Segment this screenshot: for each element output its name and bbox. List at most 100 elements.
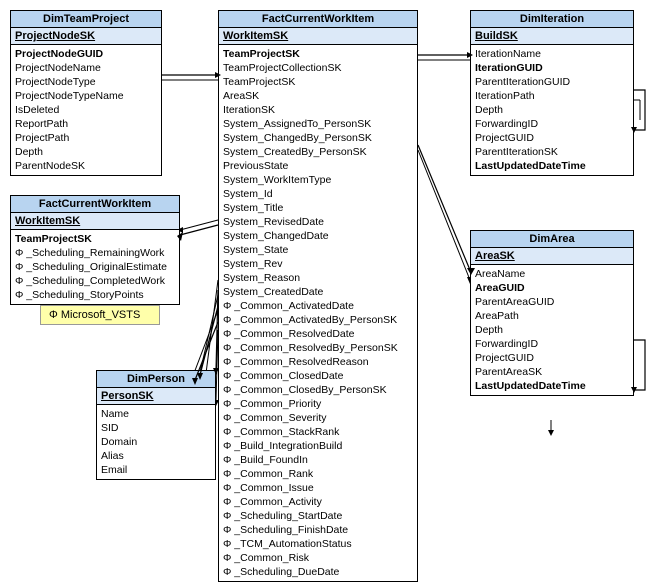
field-original-estimate: Φ _Scheduling_OriginalEstimate [15,260,175,274]
field-report-path: ReportPath [15,117,157,131]
field-created-by: System_CreatedBy_PersonSK [223,145,413,159]
fact-cwi-header: FactCurrentWorkItem [219,11,417,28]
fact-cwi-pk: WorkItemSK [219,28,417,45]
dim-person-pk: PersonSK [97,388,215,405]
field-common-closed-date: Φ _Common_ClosedDate [223,369,413,383]
field-area-sk: AreaSK [223,89,413,103]
field-common-activated-date: Φ _Common_ActivatedDate [223,299,413,313]
fact-cwi-pk-label: WorkItemSK [223,30,288,42]
field-last-updated-area: LastUpdatedDateTime [475,379,629,393]
field-revised-date: System_RevisedDate [223,215,413,229]
fact-cwi-bottom-pk-label: WorkItemSK [15,215,80,227]
field-team-project-collection-sk: TeamProjectCollectionSK [223,61,413,75]
dim-iteration-pk-label: BuildSK [475,30,518,42]
field-scheduling-finishdate: Φ _Scheduling_FinishDate [223,523,413,537]
field-depth-iter: Depth [475,103,629,117]
field-project-path: ProjectPath [15,131,157,145]
field-is-deleted: IsDeleted [15,103,157,117]
field-common-risk: Φ _Common_Risk [223,551,413,565]
field-common-activity: Φ _Common_Activity [223,495,413,509]
microsoft-vsts-note: Φ Microsoft_VSTS [40,305,160,325]
dim-area-pk-label: AreaSK [475,250,515,262]
field-common-rank: Φ _Common_Rank [223,467,413,481]
field-iteration-path: IterationPath [475,89,629,103]
field-parent-iteration-guid: ParentIterationGUID [475,75,629,89]
field-iteration-name: IterationName [475,47,629,61]
field-changed-by: System_ChangedBy_PersonSK [223,131,413,145]
field-domain: Domain [101,435,211,449]
field-story-points: Φ _Scheduling_StoryPoints [15,288,175,302]
field-assigned-to: System_AssignedTo_PersonSK [223,117,413,131]
field-area-name: AreaName [475,267,629,281]
field-depth-area: Depth [475,323,629,337]
fact-cwi-bottom-pk: WorkItemSK [11,213,179,230]
dim-area-header: DimArea [471,231,633,248]
field-created-date: System_CreatedDate [223,285,413,299]
dim-iteration-pk: BuildSK [471,28,633,45]
dim-team-project-entity: DimTeamProject ProjectNodeSK ProjectNode… [10,10,162,176]
field-common-resolved-by: Φ _Common_ResolvedBy_PersonSK [223,341,413,355]
field-parent-node-sk: ParentNodeSK [15,159,157,173]
field-tcm-automation: Φ _TCM_AutomationStatus [223,537,413,551]
field-common-severity: Φ _Common_Severity [223,411,413,425]
dim-team-project-pk-label: ProjectNodeSK [15,30,95,42]
dim-person-entity: DimPerson PersonSK Name SID Domain Alias… [96,370,216,480]
field-iteration-sk: IterationSK [223,103,413,117]
field-project-node-name: ProjectNodeName [15,61,157,75]
field-parent-area-guid: ParentAreaGUID [475,295,629,309]
field-forwarding-id-area: ForwardingID [475,337,629,351]
field-work-item-type: System_WorkItemType [223,173,413,187]
fact-cwi-bottom-header: FactCurrentWorkItem [11,196,179,213]
field-project-guid-area: ProjectGUID [475,351,629,365]
dim-area-entity: DimArea AreaSK AreaName AreaGUID ParentA… [470,230,634,396]
field-common-resolved-reason: Φ _Common_ResolvedReason [223,355,413,369]
field-team-project-sk2: TeamProjectSK [223,75,413,89]
field-email: Email [101,463,211,477]
field-project-node-guid: ProjectNodeGUID [15,47,157,61]
field-common-closed-by: Φ _Common_ClosedBy_PersonSK [223,383,413,397]
field-team-project-sk: TeamProjectSK [223,47,413,61]
field-project-node-type: ProjectNodeType [15,75,157,89]
field-common-issue: Φ _Common_Issue [223,481,413,495]
field-project-guid-iter: ProjectGUID [475,131,629,145]
field-system-rev: System_Rev [223,257,413,271]
dim-person-header: DimPerson [97,371,215,388]
fact-current-work-item-entity: FactCurrentWorkItem WorkItemSK TeamProje… [218,10,418,582]
field-common-stackrank: Φ _Common_StackRank [223,425,413,439]
field-project-node-type-name: ProjectNodeTypeName [15,89,157,103]
field-sid: SID [101,421,211,435]
dim-area-fields: AreaName AreaGUID ParentAreaGUID AreaPat… [471,265,633,395]
field-name: Name [101,407,211,421]
dim-team-project-pk: ProjectNodeSK [11,28,161,45]
field-common-resolved-date: Φ _Common_ResolvedDate [223,327,413,341]
field-area-path: AreaPath [475,309,629,323]
field-system-reason: System_Reason [223,271,413,285]
fact-cwi-bottom-entity: FactCurrentWorkItem WorkItemSK TeamProje… [10,195,180,305]
fact-cwi-bottom-fields: TeamProjectSK Φ _Scheduling_RemainingWor… [11,230,179,304]
field-last-updated-iter: LastUpdatedDateTime [475,159,629,173]
dim-iteration-header: DimIteration [471,11,633,28]
field-build-integration: Φ _Build_IntegrationBuild [223,439,413,453]
dim-team-project-header: DimTeamProject [11,11,161,28]
dim-iteration-entity: DimIteration BuildSK IterationName Itera… [470,10,634,176]
field-build-foundin: Φ _Build_FoundIn [223,453,413,467]
fact-cwi-fields: TeamProjectSK TeamProjectCollectionSK Te… [219,45,417,581]
field-system-id: System_Id [223,187,413,201]
field-iteration-guid: IterationGUID [475,61,629,75]
dim-iteration-fields: IterationName IterationGUID ParentIterat… [471,45,633,175]
field-previous-state: PreviousState [223,159,413,173]
dim-person-fields: Name SID Domain Alias Email [97,405,215,479]
field-scheduling-startdate: Φ _Scheduling_StartDate [223,509,413,523]
field-parent-iteration-sk: ParentIterationSK [475,145,629,159]
field-depth-dtp: Depth [15,145,157,159]
dim-area-pk: AreaSK [471,248,633,265]
field-changed-date: System_ChangedDate [223,229,413,243]
field-system-title: System_Title [223,201,413,215]
field-alias: Alias [101,449,211,463]
dim-team-project-fields: ProjectNodeGUID ProjectNodeName ProjectN… [11,45,161,175]
field-forwarding-id-iter: ForwardingID [475,117,629,131]
field-parent-area-sk: ParentAreaSK [475,365,629,379]
field-remaining-work: Φ _Scheduling_RemainingWork [15,246,175,260]
note-text: Φ Microsoft_VSTS [49,309,140,321]
field-system-state: System_State [223,243,413,257]
